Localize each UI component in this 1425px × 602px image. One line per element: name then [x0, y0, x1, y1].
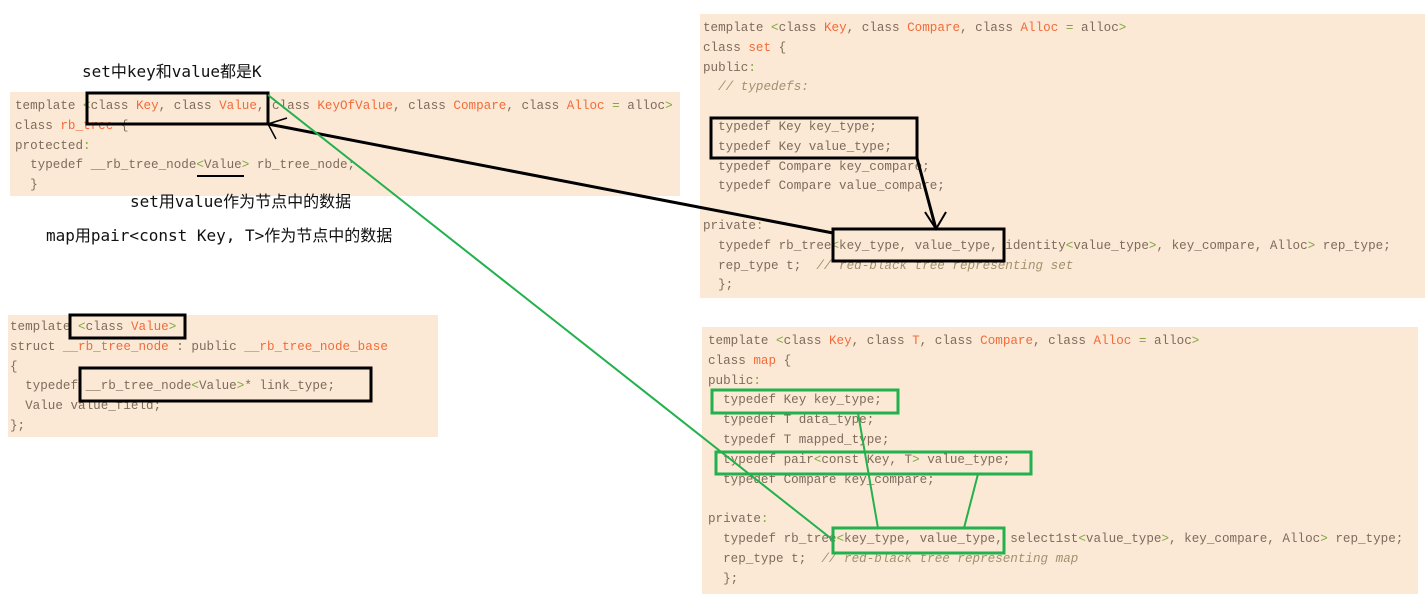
annotation-overlay: [68, 91, 1033, 555]
arrow-head-icon: [924, 211, 947, 231]
box-set-rb-tree-args: [831, 227, 1006, 263]
box-map-key-type: [710, 388, 900, 415]
set-to-rb-tree-line: [267, 122, 834, 235]
box-map-value-type: [714, 450, 1033, 476]
box-rb-tree-key-value: [85, 91, 270, 126]
box-node-template-value: [68, 313, 187, 340]
box-map-rb-tree-args: [831, 526, 1006, 555]
set-typedef-to-args-arrow: [915, 157, 938, 230]
box-set-key-value-types: [709, 116, 919, 160]
map-value-type-link: [963, 473, 979, 529]
map-key-type-link: [857, 412, 879, 529]
box-link-type: [78, 366, 373, 403]
map-to-rb-tree-line: [267, 94, 834, 541]
